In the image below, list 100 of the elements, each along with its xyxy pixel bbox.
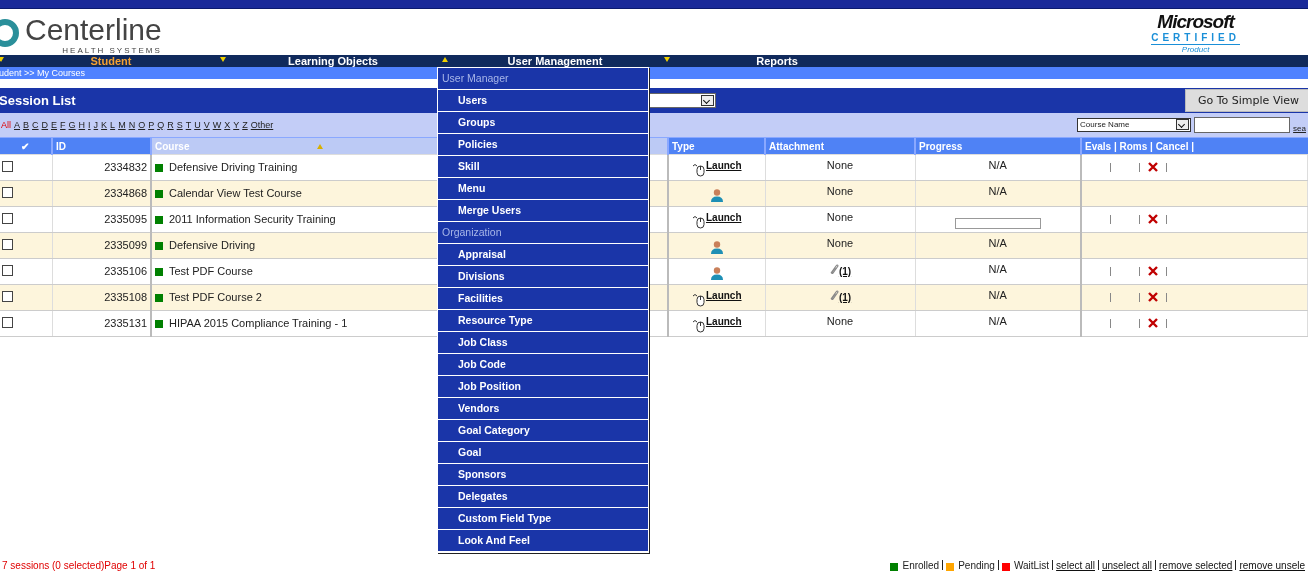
menu-item[interactable]: Sponsors bbox=[438, 464, 648, 486]
course-name: HIPAA 2015 Compliance Training - 1 bbox=[169, 317, 348, 329]
nav-tab[interactable]: Reports bbox=[756, 55, 798, 67]
letter-filter-link[interactable]: H bbox=[78, 120, 86, 130]
course-name: Calendar View Test Course bbox=[169, 187, 302, 199]
column-header[interactable]: Progress bbox=[915, 137, 1081, 155]
letter-filter-link[interactable]: M bbox=[118, 120, 126, 130]
search-input[interactable] bbox=[1194, 117, 1291, 133]
column-header[interactable]: ✔ bbox=[0, 137, 52, 155]
attachment-link[interactable]: (1) bbox=[838, 292, 852, 303]
cancel-icon[interactable] bbox=[1148, 214, 1158, 224]
row-checkbox[interactable] bbox=[1, 160, 13, 172]
menu-item[interactable]: Policies bbox=[438, 134, 648, 156]
letter-filter-link[interactable]: Z bbox=[242, 120, 248, 130]
nav-tab[interactable]: Learning Objects bbox=[288, 55, 378, 67]
menu-item[interactable]: Job Class bbox=[438, 332, 648, 354]
search-field-dropdown[interactable]: Course Name bbox=[1077, 118, 1192, 132]
menu-item[interactable]: Goal bbox=[438, 442, 648, 464]
attachment-text: None bbox=[826, 211, 854, 223]
menu-item[interactable]: Look And Feel bbox=[438, 530, 648, 552]
simple-view-button[interactable]: Go To Simple View bbox=[1185, 89, 1308, 112]
person-icon bbox=[709, 266, 724, 280]
row-checkbox[interactable] bbox=[1, 186, 13, 198]
menu-item[interactable]: Skill bbox=[438, 156, 648, 178]
launch-link[interactable]: Launch bbox=[705, 289, 742, 302]
id-cell: 2335099 bbox=[52, 232, 151, 259]
menu-item[interactable]: Job Code bbox=[438, 354, 648, 376]
letter-filter-link[interactable]: O bbox=[138, 120, 146, 130]
menu-item[interactable]: Vendors bbox=[438, 398, 648, 420]
column-header[interactable]: Attachment bbox=[765, 137, 915, 155]
letter-filter-link[interactable]: D bbox=[41, 120, 49, 130]
attachment-text: None bbox=[826, 185, 854, 197]
progress-text: N/A bbox=[988, 159, 1007, 171]
row-checkbox[interactable] bbox=[1, 238, 13, 250]
menu-item[interactable]: Divisions bbox=[438, 266, 648, 288]
certification-brand: Microsoft bbox=[1157, 12, 1234, 31]
footer-link[interactable]: remove selected bbox=[1159, 559, 1233, 571]
menu-item[interactable]: Custom Field Type bbox=[438, 508, 648, 530]
letter-filter-link[interactable]: S bbox=[176, 120, 183, 130]
letter-filter-link[interactable]: A bbox=[14, 120, 21, 130]
letter-filter-link[interactable]: B bbox=[23, 120, 30, 130]
cancel-icon[interactable] bbox=[1148, 318, 1158, 328]
menu-item[interactable]: Groups bbox=[438, 112, 648, 134]
letter-filter-link[interactable]: R bbox=[167, 120, 174, 130]
nav-tab[interactable]: Student bbox=[90, 55, 132, 67]
progress-text: N/A bbox=[988, 185, 1007, 197]
menu-item[interactable]: Menu bbox=[438, 178, 648, 200]
footer-link[interactable]: select all bbox=[1056, 559, 1095, 571]
letter-filter-link[interactable]: K bbox=[101, 120, 108, 130]
attachment-link[interactable]: (1) bbox=[838, 266, 852, 277]
row-checkbox[interactable] bbox=[1, 290, 13, 302]
launch-link[interactable]: Launch bbox=[705, 211, 742, 224]
launch-link[interactable]: Launch bbox=[705, 159, 742, 172]
menu-section-header: User Manager bbox=[438, 68, 648, 90]
id-cell: 2335108 bbox=[52, 284, 151, 311]
course-name: Defensive Driving bbox=[169, 239, 256, 251]
footer-link[interactable]: unselect all bbox=[1102, 559, 1153, 571]
letter-filter-link[interactable]: C bbox=[32, 120, 39, 130]
footer-link[interactable]: remove unsele bbox=[1239, 559, 1305, 571]
letter-filter-link[interactable]: I bbox=[88, 120, 91, 130]
menu-item[interactable]: Merge Users bbox=[438, 200, 648, 222]
cancel-icon[interactable] bbox=[1148, 266, 1158, 276]
person-icon bbox=[709, 188, 724, 202]
nav-tab[interactable]: User Management bbox=[507, 55, 603, 67]
row-checkbox[interactable] bbox=[1, 264, 13, 276]
menu-item[interactable]: Job Position bbox=[438, 376, 648, 398]
letter-filter-link[interactable]: Q bbox=[157, 120, 165, 130]
cancel-icon[interactable] bbox=[1148, 162, 1158, 172]
letter-filter-link[interactable]: V bbox=[203, 120, 210, 130]
letter-filter-link[interactable]: T bbox=[185, 120, 192, 130]
column-header[interactable]: ID bbox=[52, 137, 151, 155]
menu-item[interactable]: Appraisal bbox=[438, 244, 648, 266]
progress-text: N/A bbox=[988, 263, 1007, 275]
letter-filter-link[interactable]: L bbox=[110, 120, 116, 130]
progress-text: N/A bbox=[988, 289, 1007, 301]
column-header[interactable]: Evals | Roms | Cancel | bbox=[1081, 137, 1308, 155]
menu-item[interactable]: Users bbox=[438, 90, 648, 112]
column-header[interactable]: Type bbox=[668, 137, 765, 155]
row-checkbox[interactable] bbox=[1, 316, 13, 328]
letter-filter-link[interactable]: Y bbox=[233, 120, 240, 130]
letter-filter-link[interactable]: U bbox=[194, 120, 201, 130]
letter-filter-link[interactable]: N bbox=[128, 120, 136, 130]
letter-filter-link[interactable]: Other bbox=[250, 120, 274, 130]
progress-text: N/A bbox=[988, 237, 1007, 249]
letter-filter-link[interactable]: G bbox=[68, 120, 76, 130]
letter-filter-link[interactable]: X bbox=[224, 120, 231, 130]
row-checkbox[interactable] bbox=[1, 212, 13, 224]
menu-item[interactable]: Goal Category bbox=[438, 420, 648, 442]
letter-filter-link[interactable]: J bbox=[93, 120, 99, 130]
letter-filter-link[interactable]: F bbox=[60, 120, 66, 130]
cancel-icon[interactable] bbox=[1148, 292, 1158, 302]
launch-link[interactable]: Launch bbox=[705, 315, 742, 328]
menu-item[interactable]: Delegates bbox=[438, 486, 648, 508]
course-name: Test PDF Course bbox=[169, 265, 253, 277]
search-link[interactable]: sea bbox=[1293, 123, 1306, 133]
letter-filter-link[interactable]: W bbox=[212, 120, 222, 130]
letter-filter-link[interactable]: P bbox=[148, 120, 155, 130]
menu-item[interactable]: Resource Type bbox=[438, 310, 648, 332]
menu-item[interactable]: Facilities bbox=[438, 288, 648, 310]
letter-filter-link[interactable]: E bbox=[51, 120, 58, 130]
